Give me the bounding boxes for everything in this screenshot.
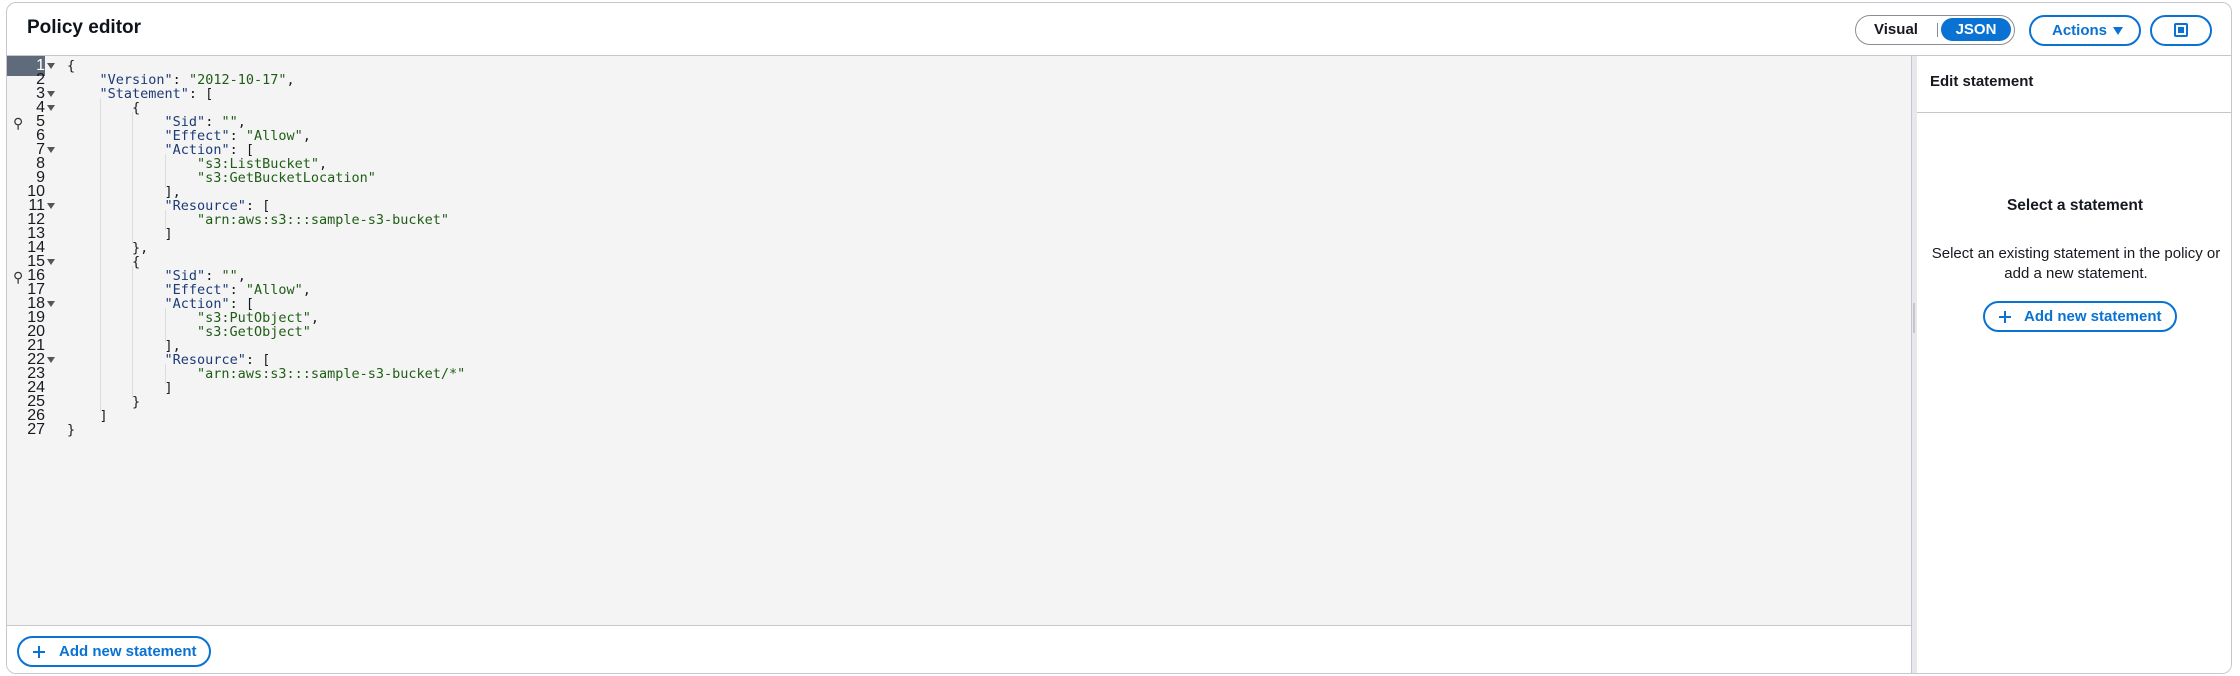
view-toggle: Visual JSON: [1855, 15, 2015, 45]
editor-header: Policy editor Visual JSON Actions: [7, 3, 2231, 56]
fold-arrow-icon[interactable]: [47, 147, 55, 153]
side-panel-header: Edit statement: [1917, 56, 2231, 113]
empty-state-description: Select an existing statement in the poli…: [1931, 245, 2221, 282]
caret-down-icon: [2113, 27, 2123, 35]
plus-icon: [1999, 311, 2011, 323]
json-toggle-button[interactable]: JSON: [1941, 18, 2011, 41]
code-text: }: [67, 422, 76, 438]
visual-toggle-button[interactable]: Visual: [1866, 21, 1926, 39]
actions-label: Actions: [2052, 22, 2108, 39]
add-statement-label: Add new statement: [59, 643, 197, 660]
json-code-editor[interactable]: 1{2 "Version": "2012-10-17", 3 "Statement…: [7, 56, 1911, 625]
fold-arrow-icon[interactable]: [47, 91, 55, 97]
side-add-statement-label: Add new statement: [2024, 308, 2162, 325]
toggle-divider: [1937, 23, 1938, 37]
split-panel-icon: [2174, 23, 2188, 37]
editor-footer: Add new statement: [7, 625, 1911, 673]
policy-editor-container: Policy editor Visual JSON Actions 1{2 "V…: [6, 2, 2232, 674]
fold-arrow-icon[interactable]: [47, 203, 55, 209]
fold-arrow-icon[interactable]: [47, 357, 55, 363]
line-number: 27: [27, 421, 45, 438]
empty-state-title: Select a statement: [2006, 197, 2144, 214]
fold-arrow-icon[interactable]: [47, 259, 55, 265]
side-add-new-statement-button[interactable]: Add new statement: [1983, 301, 2177, 332]
edit-statement-panel: Edit statement Select a statement Select…: [1917, 56, 2231, 673]
plus-icon: [33, 646, 45, 658]
actions-dropdown-button[interactable]: Actions: [2029, 15, 2141, 46]
add-new-statement-button[interactable]: Add new statement: [17, 636, 211, 667]
fold-arrow-icon[interactable]: [47, 63, 55, 69]
fold-arrow-icon[interactable]: [47, 301, 55, 307]
resize-grip: [1913, 303, 1915, 333]
fold-arrow-icon[interactable]: [47, 105, 55, 111]
side-panel-title: Edit statement: [1930, 73, 2034, 90]
split-panel-toggle-button[interactable]: [2150, 15, 2212, 46]
page-title: Policy editor: [27, 17, 142, 38]
code-line: 27}: [7, 420, 1907, 440]
